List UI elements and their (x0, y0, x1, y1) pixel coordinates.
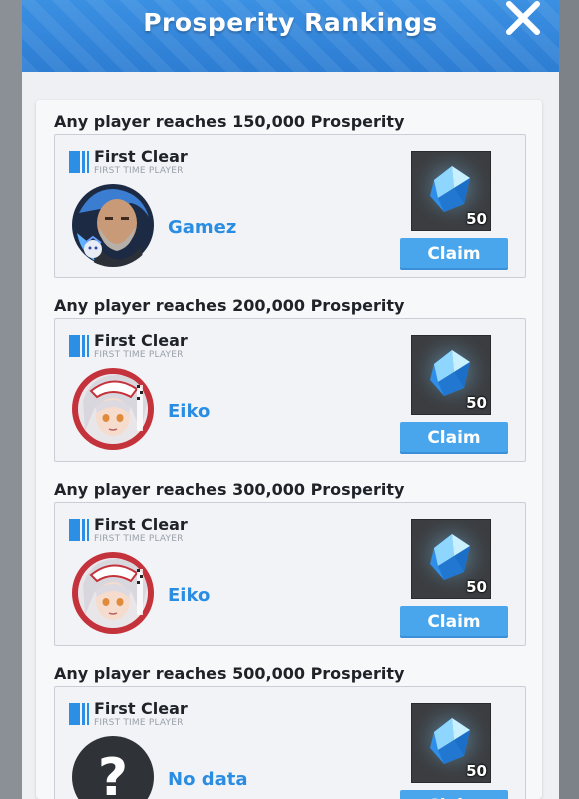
reward-card: First Clear FIRST TIME PLAYER (54, 502, 526, 646)
first-clear-label: First Clear (94, 699, 188, 718)
reward-quantity: 50 (466, 578, 487, 596)
player-name: Eiko (168, 401, 211, 422)
first-clear-label: First Clear (94, 331, 188, 350)
first-clear-subtitle: FIRST TIME PLAYER (94, 166, 184, 176)
player-name: Gamez (168, 217, 237, 238)
requirement-text: Any player reaches 200,000 Prosperity (54, 296, 405, 315)
reward-slot[interactable]: 50 (411, 519, 491, 599)
claim-button[interactable]: Claim (400, 422, 508, 454)
claim-button[interactable]: Claim (400, 790, 508, 799)
first-clear-subtitle: FIRST TIME PLAYER (94, 718, 184, 728)
white-haired-girl-avatar-icon (72, 552, 154, 634)
svg-text:?: ? (98, 748, 128, 799)
reward-slot[interactable]: 50 (411, 703, 491, 783)
question-mark-avatar-icon: ? (72, 736, 154, 799)
panel-title: Prosperity Rankings (143, 8, 438, 37)
player-avatar (71, 367, 155, 451)
player-avatar (71, 183, 155, 267)
reward-quantity: 50 (466, 394, 487, 412)
background-right (559, 0, 579, 799)
rankings-panel: Prosperity Rankings Any player reaches 1… (22, 0, 559, 799)
reward-card: First Clear FIRST TIME PLAYER ? No data (54, 686, 526, 799)
bald-man-avatar-icon (72, 184, 154, 267)
first-clear-badge-icon (69, 519, 91, 541)
close-button[interactable] (501, 0, 545, 40)
background-left (0, 0, 22, 799)
player-name: No data (168, 769, 248, 790)
rewards-list[interactable]: Any player reaches 150,000 Prosperity Fi… (36, 100, 542, 799)
player-avatar (71, 551, 155, 635)
first-clear-subtitle: FIRST TIME PLAYER (94, 534, 184, 544)
claim-button[interactable]: Claim (400, 606, 508, 638)
requirement-text: Any player reaches 300,000 Prosperity (54, 480, 405, 499)
player-name: Eiko (168, 585, 211, 606)
close-icon (506, 1, 540, 35)
white-haired-girl-avatar-icon (72, 368, 154, 450)
reward-card: First Clear FIRST TIME PLAYER (54, 318, 526, 462)
reward-slot[interactable]: 50 (411, 151, 491, 231)
first-clear-badge-icon (69, 335, 91, 357)
first-clear-subtitle: FIRST TIME PLAYER (94, 350, 184, 360)
reward-quantity: 50 (466, 762, 487, 780)
first-clear-badge-icon (69, 151, 91, 173)
player-avatar: ? (71, 735, 155, 799)
claim-button[interactable]: Claim (400, 238, 508, 270)
reward-card: First Clear FIRST TIME PLAYER (54, 134, 526, 278)
panel-header: Prosperity Rankings (22, 0, 559, 72)
first-clear-label: First Clear (94, 515, 188, 534)
first-clear-label: First Clear (94, 147, 188, 166)
first-clear-badge-icon (69, 703, 91, 725)
requirement-text: Any player reaches 150,000 Prosperity (54, 112, 405, 131)
reward-slot[interactable]: 50 (411, 335, 491, 415)
requirement-text: Any player reaches 500,000 Prosperity (54, 664, 405, 683)
reward-quantity: 50 (466, 210, 487, 228)
